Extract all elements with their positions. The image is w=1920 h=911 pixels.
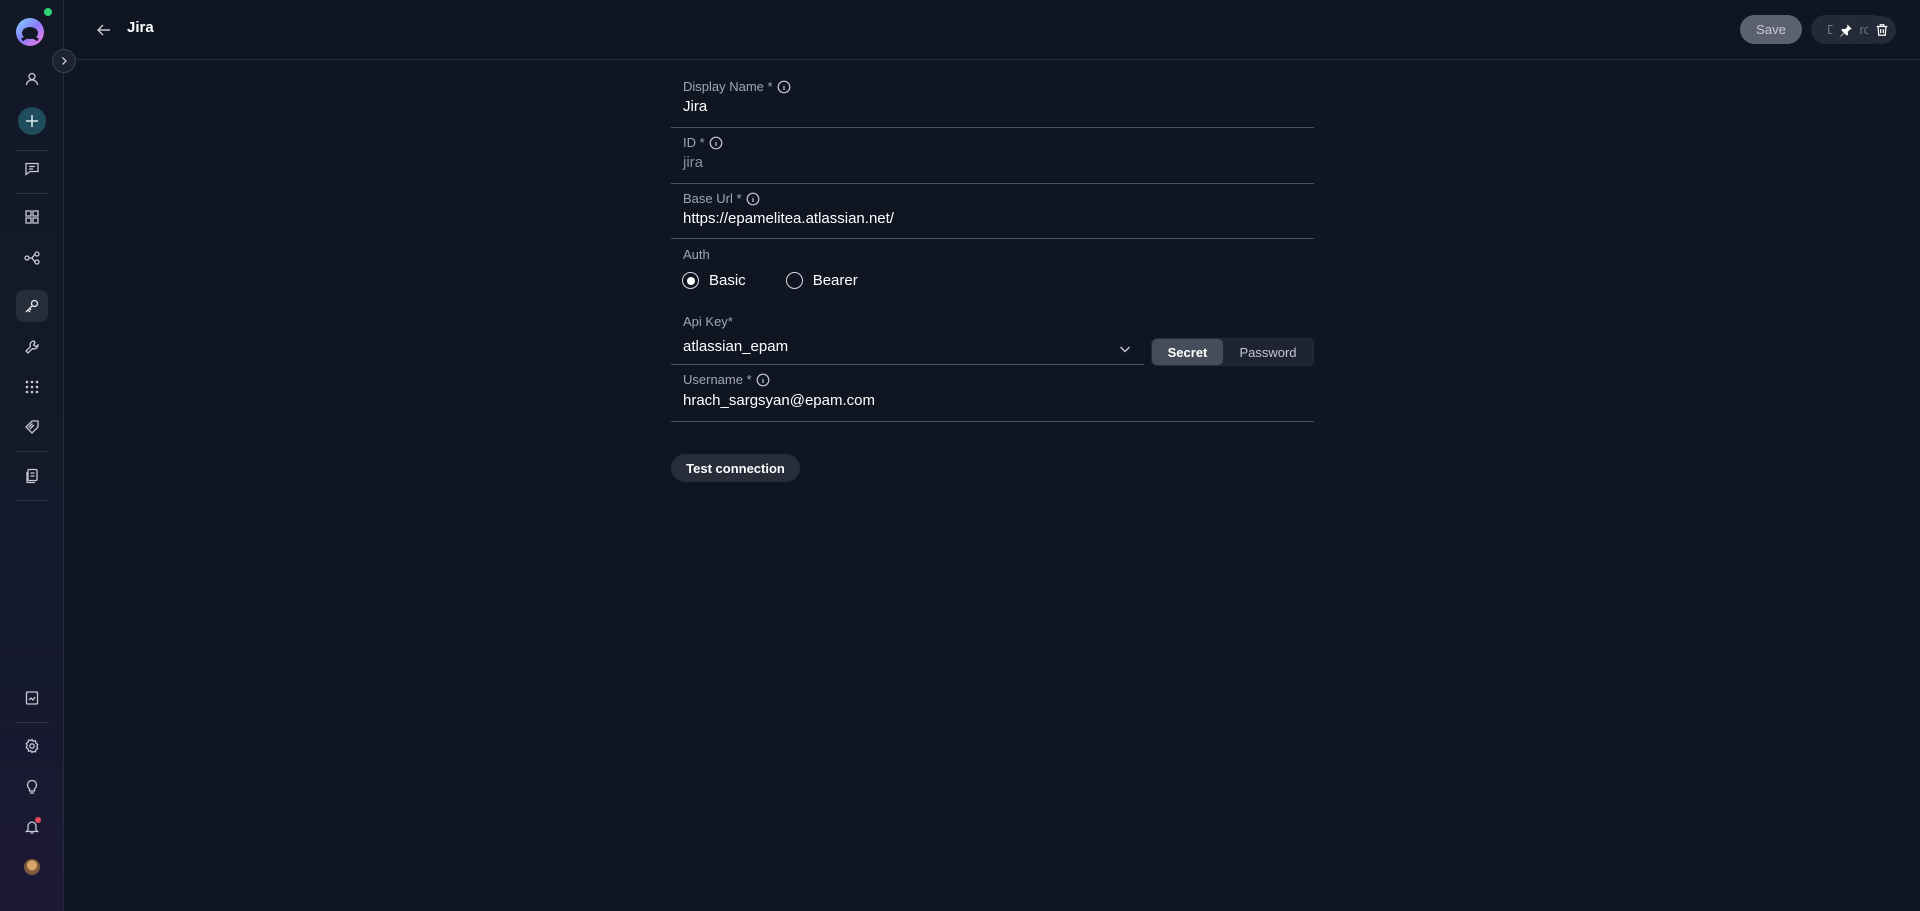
auth-option-basic[interactable]: Basic — [682, 272, 746, 289]
page-header: Jira Save Discard — [64, 0, 1920, 60]
id-label: ID * — [683, 135, 705, 150]
sidebar-divider — [16, 451, 48, 452]
id-input[interactable]: jira — [683, 154, 703, 171]
online-status-dot — [44, 8, 52, 16]
api-key-mode-toggle: Secret Password — [1151, 338, 1314, 366]
api-key-label: Api Key* — [683, 314, 733, 329]
delete-button[interactable] — [1868, 16, 1896, 44]
sidebar — [0, 0, 64, 911]
grid-icon[interactable] — [16, 201, 48, 233]
display-name-label: Display Name * — [683, 79, 773, 94]
bell-icon[interactable] — [16, 811, 48, 843]
settings-icon[interactable] — [16, 730, 48, 762]
arrow-left-icon — [97, 24, 110, 36]
app-logo[interactable] — [14, 16, 46, 48]
info-icon[interactable] — [777, 80, 791, 94]
radio-unchecked-icon[interactable] — [785, 272, 803, 289]
username-input[interactable]: hrach_sargsyan@epam.com — [683, 392, 875, 409]
info-icon[interactable] — [746, 192, 760, 206]
user-icon[interactable] — [16, 63, 48, 95]
report-icon[interactable] — [16, 682, 48, 714]
sidebar-expand-button[interactable] — [52, 49, 76, 73]
sidebar-divider — [16, 722, 48, 723]
page-title: Jira — [127, 19, 154, 36]
auth-label: Auth — [683, 247, 710, 262]
username-field[interactable]: Username * hrach_sargsyan@epam.com — [671, 365, 1314, 422]
info-icon[interactable] — [709, 136, 723, 150]
auth-option-basic-label: Basic — [709, 272, 746, 289]
info-icon[interactable] — [756, 373, 770, 387]
auth-option-bearer-label: Bearer — [812, 272, 858, 289]
radio-checked-icon[interactable] — [682, 272, 699, 289]
user-avatar[interactable] — [16, 851, 48, 883]
save-button[interactable]: Save — [1740, 15, 1802, 44]
password-toggle[interactable]: Password — [1223, 339, 1313, 365]
tag-icon[interactable] — [16, 411, 48, 443]
chevron-right-icon — [62, 57, 67, 65]
base-url-field[interactable]: Base Url * https://epamelitea.atlassian.… — [671, 184, 1314, 239]
api-key-select[interactable]: Api Key* atlassian_epam — [671, 314, 1144, 365]
auth-option-bearer[interactable]: Bearer — [785, 272, 858, 289]
api-key-value[interactable]: atlassian_epam — [683, 338, 788, 355]
id-field[interactable]: ID * jira — [671, 128, 1314, 184]
lightbulb-icon[interactable] — [16, 771, 48, 803]
pin-icon — [1840, 24, 1852, 37]
auth-radio-group: Basic Bearer — [682, 272, 858, 289]
plus-icon[interactable] — [18, 107, 46, 135]
secret-toggle[interactable]: Secret — [1152, 339, 1223, 365]
apps-icon[interactable] — [16, 371, 48, 403]
back-button[interactable] — [92, 18, 116, 42]
trash-icon — [1876, 24, 1888, 36]
display-name-field[interactable]: Display Name * Jira — [671, 60, 1314, 128]
flow-icon[interactable] — [16, 242, 48, 274]
chevron-down-icon[interactable] — [1118, 342, 1132, 356]
avatar — [24, 859, 40, 875]
base-url-input[interactable]: https://epamelitea.atlassian.net/ — [683, 210, 894, 227]
wrench-icon[interactable] — [16, 331, 48, 363]
test-connection-button[interactable]: Test connection — [671, 454, 800, 482]
base-url-label: Base Url * — [683, 191, 742, 206]
chat-icon[interactable] — [16, 153, 48, 185]
documents-icon[interactable] — [16, 460, 48, 492]
notification-dot — [35, 817, 41, 823]
pin-button[interactable] — [1832, 16, 1860, 44]
key-icon[interactable] — [16, 290, 48, 322]
sidebar-divider — [16, 500, 48, 501]
sidebar-divider — [16, 150, 48, 151]
display-name-input[interactable]: Jira — [683, 98, 707, 115]
sidebar-divider — [16, 193, 48, 194]
username-label: Username * — [683, 372, 752, 387]
